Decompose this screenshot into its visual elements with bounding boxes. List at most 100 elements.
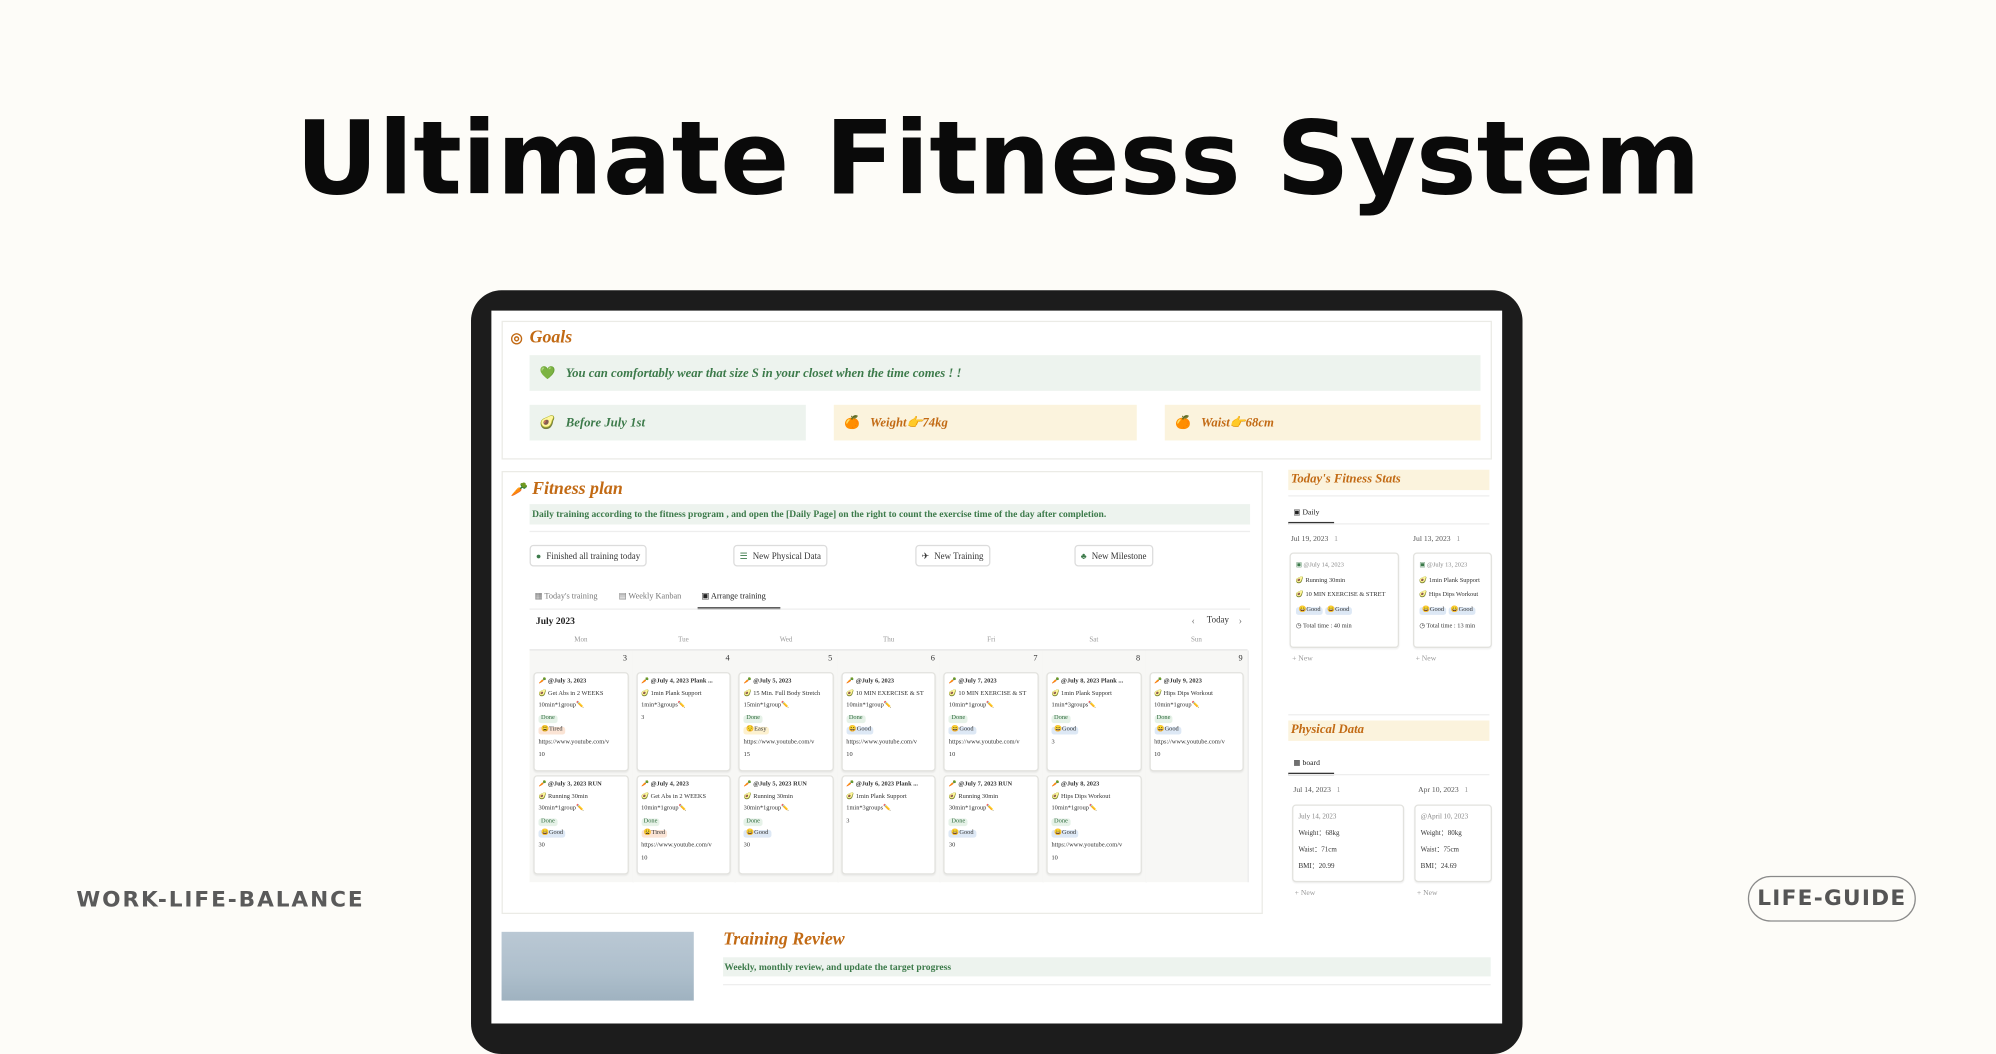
training-card[interactable]: 🥕 @July 9, 2023 🥑 Hips Dips Workout 10min*… [1149,672,1244,772]
stats-card[interactable]: ▣ @July 14, 2023 🥑 Running 30min 🥑 10 MI… [1289,552,1400,648]
feeling-badge: 😩Tired [538,727,566,735]
avocado-icon: 🥑 [539,415,556,430]
goals-banner: 💚 You can comfortably wear that size S i… [529,355,1481,391]
training-card[interactable]: 🥕 @July 5, 2023 🥑 15 Min. Full Body Stret… [738,672,834,772]
physical-new-button[interactable]: + New [1295,890,1316,898]
stats-daily-tab[interactable]: ▣ Daily [1293,508,1319,517]
physical-new-button[interactable]: + New [1417,890,1438,898]
calendar-day-number: 5 [828,654,833,664]
feeling-badge: 😄Good [743,830,771,839]
clock-icon: ◷ [1419,623,1427,631]
physical-group-date: Apr 10, 2023 1 [1418,786,1469,795]
feeling-badge: 😄Good [538,830,566,839]
brand-life-guide: LIFE-GUIDE [1747,875,1916,922]
board-icon: ▤ [618,591,629,601]
status-badge: Done [948,715,968,723]
grid-icon: ▦ [534,591,545,601]
training-card[interactable]: 🥕 @July 6, 2023 🥑 10 MIN EXERCISE & ST 10m… [841,672,937,772]
tab-todays-training[interactable]: ▦ Today's training [535,591,598,601]
tab-weekly-kanban[interactable]: ▤ Weekly Kanban [619,591,682,601]
goals-title: Goals [529,328,573,348]
goal-card-weight[interactable]: 🍊 Weight👉74kg [833,404,1137,441]
avocado-icon: 🥑 [948,793,959,801]
weekday-label: Wed [779,636,793,645]
stats-card[interactable]: ▣ @July 13, 2023 🥑 1min Plank Support 🥑 … [1413,552,1492,648]
training-card[interactable]: 🥕 @July 7, 2023 🥑 10 MIN EXERCISE & ST 10m… [943,672,1039,772]
feeling-badge: 😄Good [948,830,977,839]
stats-group-date: Jul 13, 2023 1 [1413,535,1461,544]
training-card[interactable]: 🥕 @July 7, 2023 RUN 🥑 Running 30min 30min*… [943,775,1039,875]
divider [1288,773,1490,776]
calendar-icon: ▣ [1295,562,1304,570]
calendar-icon: ▣ [1419,562,1428,570]
calendar-month: July 2023 [535,614,575,627]
training-review-desc: Weekly, monthly review, and update the t… [723,957,1491,977]
physical-card[interactable]: July 14, 2023 Weight：68kg Waist：71cm BMI… [1292,804,1405,883]
new-milestone-button[interactable]: ♣ New Milestone [1074,544,1153,567]
feeling-badge: 😌Easy [743,727,770,735]
next-month-button[interactable]: › [1239,615,1242,626]
goal-card-deadline[interactable]: 🥑 Before July 1st [529,404,806,441]
training-card[interactable]: 🥕 @July 4, 2023 🥑 Get Abs in 2 WEEKS 10min… [635,775,731,875]
avocado-icon: 🥑 [641,690,651,698]
physical-card[interactable]: @April 10, 2023 Weight：80kg Waist：75cm B… [1414,804,1492,883]
link: https://www.youtube.com/v [948,739,1020,746]
weekday-label: Thu [883,636,895,645]
stats-group-date: Jul 19, 2023 1 [1290,535,1338,544]
carrot-icon: 🥕 [743,781,754,788]
goals-icon: ◎ [510,330,523,347]
feeling-badge: 😄Good [1051,727,1079,735]
clock-icon: ◷ [1295,623,1303,631]
stats-new-button[interactable]: + New [1292,656,1313,664]
training-card[interactable]: 🥕 @July 3, 2023 RUN 🥑 Running 30min 30min*… [533,775,629,875]
training-card[interactable]: 🥕 @July 5, 2023 RUN 🥑 Running 30min 30min*… [738,775,834,875]
orange-icon: 🍊 [843,415,860,430]
prev-month-button[interactable]: ‹ [1192,615,1195,626]
review-cover-image [501,931,694,1001]
weekday-label: Tue [678,636,689,645]
carrot-icon: 🥕 [948,781,959,788]
orange-icon: 🍊 [1174,415,1191,430]
training-review-title: Training Review [723,930,845,950]
avocado-icon: 🥑 [1154,690,1164,698]
divider [529,608,1251,610]
new-training-button[interactable]: ✈ New Training [915,544,990,567]
link: https://www.youtube.com/v [1154,739,1225,746]
fitness-plan-title: Fitness plan [532,479,623,500]
carrot-icon: 🥕 [641,678,651,685]
avocado-icon: 🥑 [846,690,856,698]
feeling-badge: 😄Good [948,727,977,735]
physical-board-tab[interactable]: ▦ board [1293,759,1320,768]
training-card[interactable]: 🥕 @July 4, 2023 Plank ... 🥑 1min Plank Su… [635,672,731,772]
link: https://www.youtube.com/v [846,739,917,746]
carrot-icon: 🥕 [948,678,959,685]
avocado-icon: 🥑 [743,793,754,801]
training-card[interactable]: 🥕 @July 6, 2023 Plank ... 🥑 1min Plank Su… [841,775,937,875]
avocado-icon: 🥑 [948,690,959,698]
calendar-grid: 3 4 5 6 7 8 9 🥕 @July 3, 2023 🥑 Get Abs in 2 WEE… [529,649,1250,883]
carrot-icon: 🥕 [846,781,856,788]
training-card[interactable]: 🥕 @July 3, 2023 🥑 Get Abs in 2 WEEKS 10min… [533,672,629,772]
training-card[interactable]: 🥕 @July 8, 2023 🥑 Hips Dips Workout 10min*… [1046,775,1142,875]
fitness-plan-desc: Daily training according to the fitness … [529,504,1251,525]
database-icon: ☰ [739,550,748,561]
new-physical-data-button[interactable]: ☰ New Physical Data [733,544,828,567]
goal-card-waist[interactable]: 🍊 Waist👉68cm [1164,404,1481,441]
training-card[interactable]: 🥕 @July 8, 2023 Plank ... 🥑 1min Plank Su… [1046,672,1142,772]
status-badge: Done [538,715,558,723]
tab-arrange-training[interactable]: ▣ Arrange training [701,591,765,601]
status-badge: Done [1051,715,1071,723]
carrot-icon: 🥕 [1154,678,1164,685]
today-button[interactable]: Today [1207,615,1229,625]
finished-training-button[interactable]: ● Finished all training today [529,544,647,567]
status-badge: Done [948,818,968,826]
fitness-stats-title: Today's Fitness Stats [1288,469,1490,491]
milestone-icon: ♣ [1080,550,1087,561]
link: https://www.youtube.com/v [743,739,815,746]
calendar-day-number: 6 [930,654,935,664]
calendar-day-number: 4 [725,654,730,664]
running-icon: ✈ [921,550,930,561]
carrot-icon: 🥕 [846,678,856,685]
divider [1288,714,1490,716]
stats-new-button[interactable]: + New [1416,656,1437,664]
